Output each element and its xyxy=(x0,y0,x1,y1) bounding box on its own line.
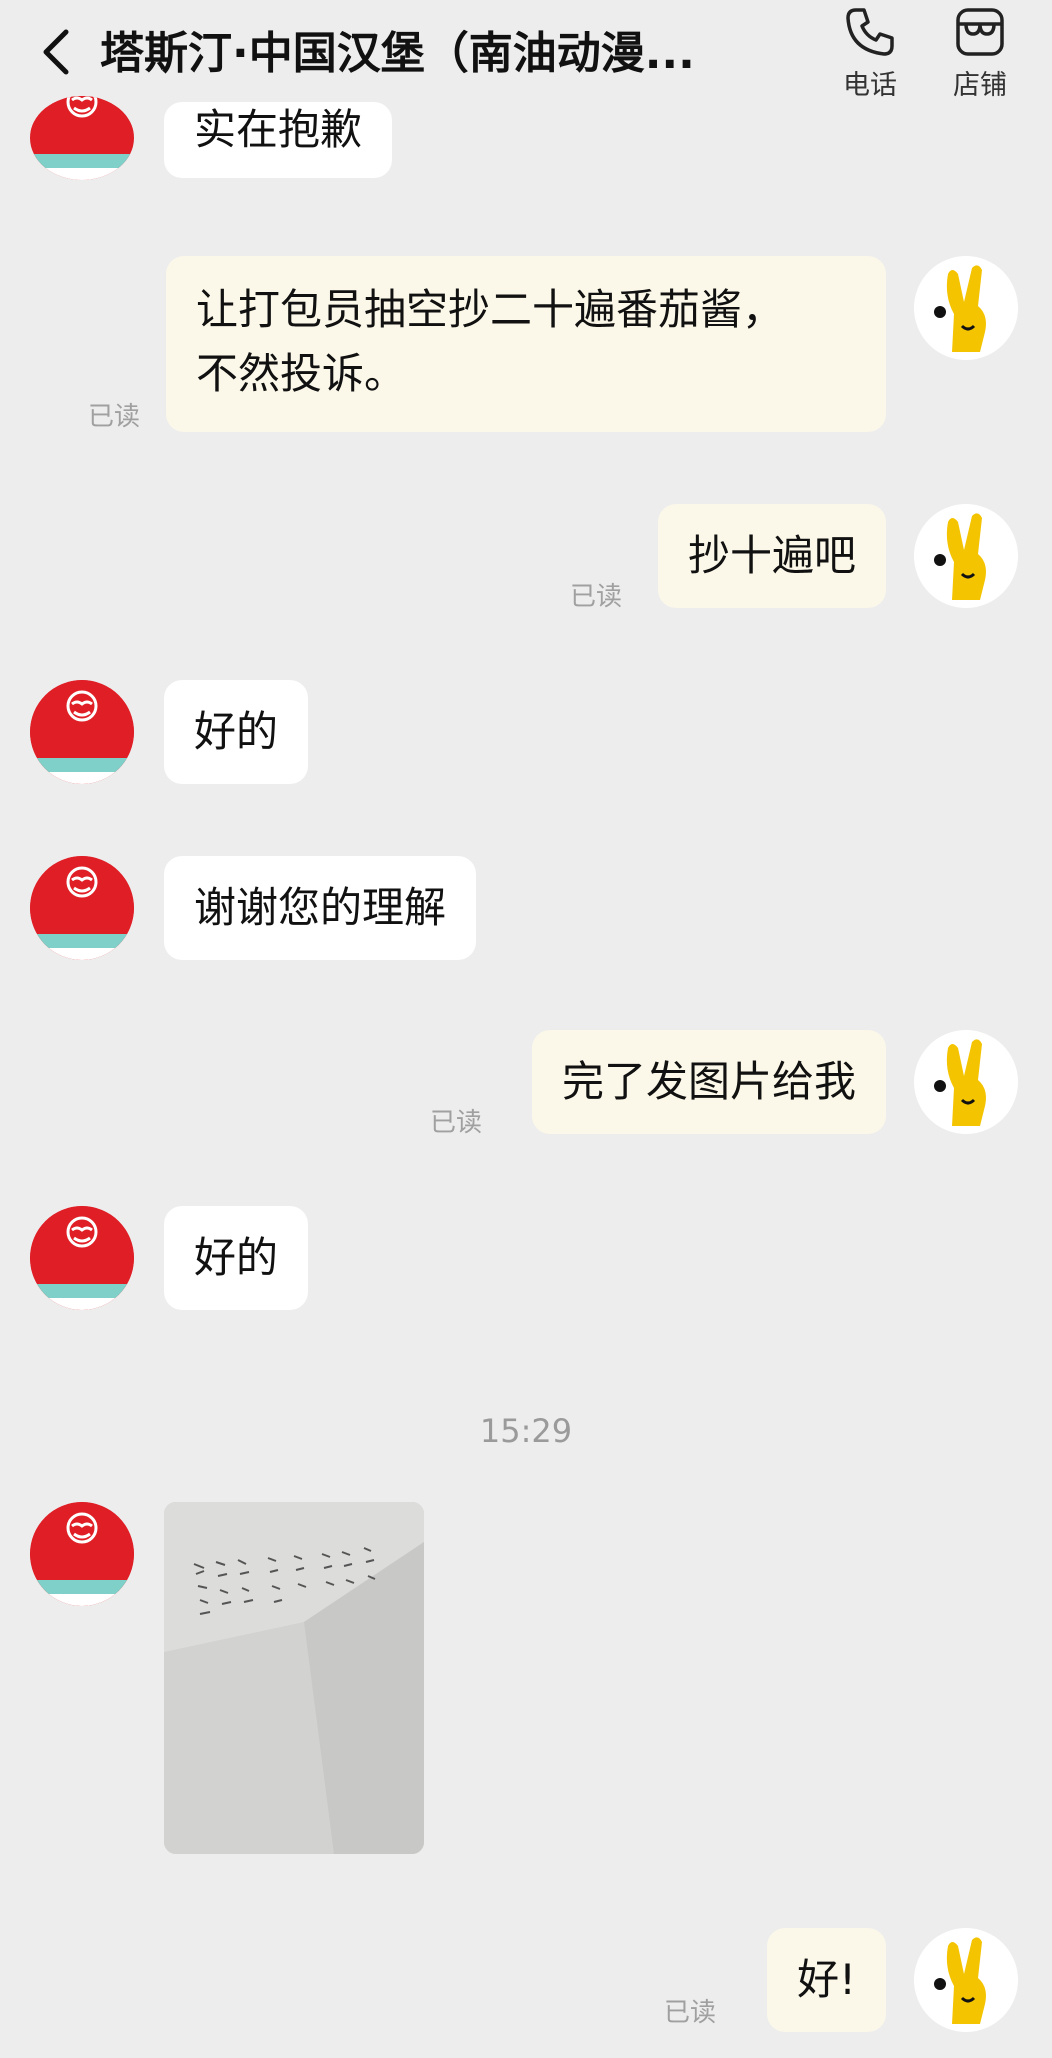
user-avatar[interactable] xyxy=(914,1928,1018,2032)
phone-icon xyxy=(842,4,898,60)
phone-label: 电话 xyxy=(843,70,897,101)
message-bubble[interactable]: 抄十遍吧 xyxy=(657,504,886,608)
store-avatar[interactable] xyxy=(30,1502,134,1606)
message-line: 不然投诉。 xyxy=(196,349,407,398)
user-avatar[interactable] xyxy=(914,1030,1018,1134)
shop-icon xyxy=(952,4,1008,60)
store-avatar[interactable] xyxy=(30,1206,134,1310)
message-bubble[interactable]: 好! xyxy=(767,1928,886,2032)
message-bubble[interactable]: 完了发图片给我 xyxy=(531,1030,886,1134)
timestamp: 15:29 xyxy=(479,1412,573,1450)
user-avatar[interactable] xyxy=(914,504,1018,608)
read-status: 已读 xyxy=(570,582,623,612)
back-icon[interactable] xyxy=(28,22,88,82)
user-avatar[interactable] xyxy=(914,256,1018,360)
message-line: 让打包员抽空抄二十遍番茄酱， xyxy=(196,285,785,334)
store-avatar[interactable] xyxy=(30,680,134,784)
read-status: 已读 xyxy=(88,402,141,432)
message-bubble[interactable]: 实在抱歉 xyxy=(164,102,393,178)
chat-header: 塔斯汀·中国汉堡（南油动漫... 电话 店铺 xyxy=(0,0,1052,112)
chat-title: 塔斯汀·中国汉堡（南油动漫... xyxy=(100,28,695,79)
message-bubble[interactable]: 好的 xyxy=(164,1206,309,1310)
shop-button[interactable]: 店铺 xyxy=(930,0,1030,112)
store-avatar[interactable] xyxy=(30,856,134,960)
shop-label: 店铺 xyxy=(953,70,1007,101)
read-status: 已读 xyxy=(430,1108,483,1138)
store-avatar[interactable] xyxy=(30,96,134,180)
message-bubble[interactable]: 谢谢您的理解 xyxy=(164,856,477,960)
message-bubble[interactable]: 让打包员抽空抄二十遍番茄酱， 不然投诉。 xyxy=(166,256,886,432)
phone-button[interactable]: 电话 xyxy=(820,0,920,112)
read-status: 已读 xyxy=(664,1998,717,2028)
handwritten-note-photo-icon[interactable] xyxy=(164,1502,424,1854)
message-bubble[interactable]: 好的 xyxy=(164,680,309,784)
